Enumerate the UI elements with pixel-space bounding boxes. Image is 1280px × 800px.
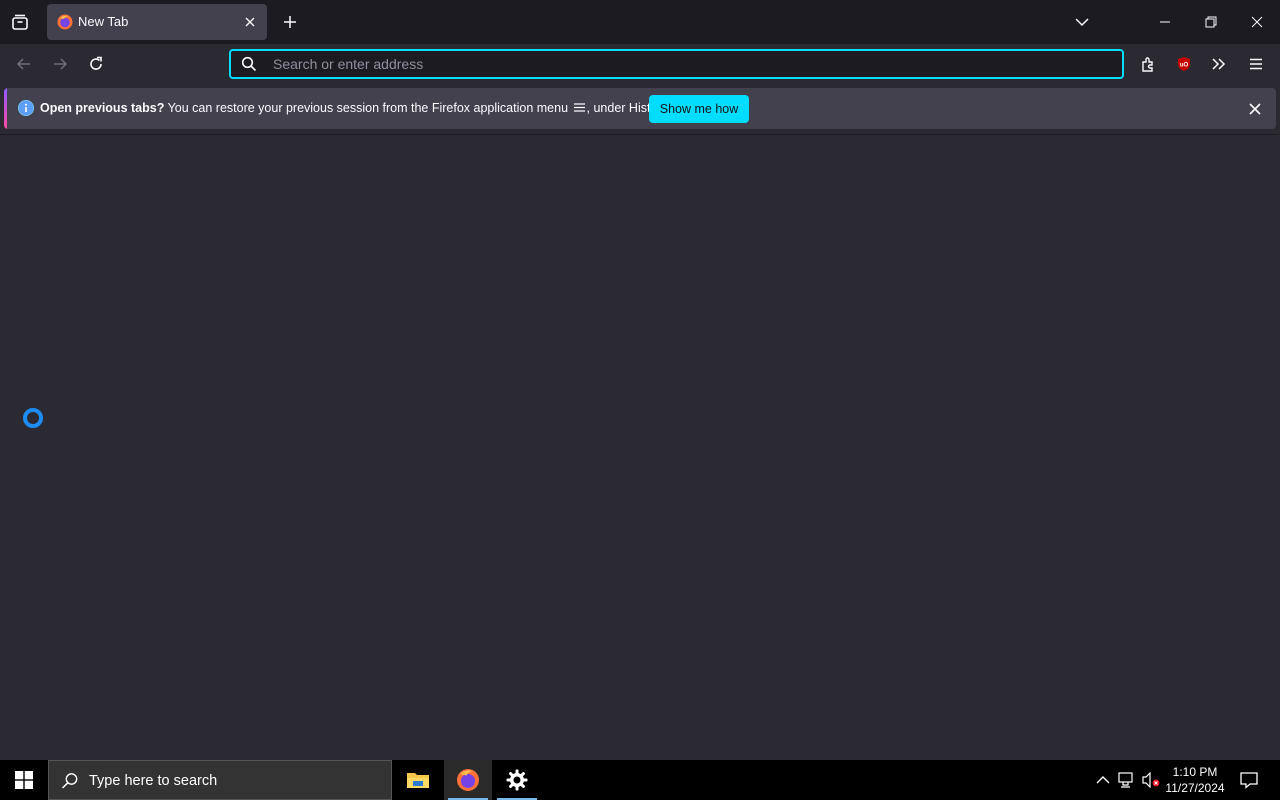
extensions-icon[interactable]: [1134, 50, 1162, 78]
network-icon[interactable]: [1117, 770, 1137, 790]
minimize-icon[interactable]: [1142, 0, 1188, 44]
notification-text-before: You can restore your previous session fr…: [167, 101, 569, 115]
windows-start-icon[interactable]: [0, 760, 48, 800]
search-icon: [241, 56, 257, 72]
nav-bar: uO: [0, 44, 1280, 85]
settings-gear-icon[interactable]: [493, 760, 541, 800]
overflow-icon[interactable]: [1205, 50, 1233, 78]
reload-icon[interactable]: [82, 50, 110, 78]
tab-new-tab[interactable]: New Tab: [47, 4, 267, 40]
search-icon: [61, 772, 79, 790]
tab-title: New Tab: [78, 14, 129, 29]
page-content: [0, 134, 1280, 760]
file-explorer-icon[interactable]: [394, 760, 442, 800]
taskbar: Type here to search 1:10 PM 11/27/2024: [0, 760, 1280, 800]
tab-bar: New Tab: [0, 0, 1280, 44]
firefox-icon: [57, 14, 73, 30]
clock-time: 1:10 PM: [1172, 765, 1218, 779]
taskbar-search-box[interactable]: Type here to search: [48, 760, 392, 800]
loading-spinner-icon: [23, 408, 43, 428]
notification-center-icon[interactable]: [1234, 760, 1264, 800]
notification-bold: Open previous tabs?: [40, 101, 165, 115]
clock-date: 11/27/2024: [1165, 781, 1225, 795]
notification-accent: [4, 88, 7, 129]
hamburger-menu-icon[interactable]: [1242, 50, 1270, 78]
session-restore-notification: Open previous tabs? You can restore your…: [4, 88, 1276, 129]
taskbar-search-placeholder: Type here to search: [89, 773, 218, 789]
close-window-icon[interactable]: [1234, 0, 1280, 44]
taskbar-clock[interactable]: 1:10 PM 11/27/2024: [1160, 764, 1230, 796]
address-bar[interactable]: [229, 49, 1124, 79]
chevron-up-icon[interactable]: [1093, 770, 1113, 790]
show-me-how-button[interactable]: Show me how: [649, 95, 749, 123]
forward-icon[interactable]: [46, 50, 74, 78]
volume-muted-icon[interactable]: [1141, 770, 1161, 790]
hamburger-inline-icon: [573, 102, 586, 116]
close-icon[interactable]: [1244, 98, 1266, 120]
url-input[interactable]: [273, 53, 1103, 75]
plus-icon[interactable]: [278, 8, 302, 36]
chevron-down-icon[interactable]: [1068, 8, 1096, 36]
tab-list-icon[interactable]: [6, 8, 34, 36]
back-icon[interactable]: [10, 50, 38, 78]
restore-icon[interactable]: [1188, 0, 1234, 44]
ublock-icon[interactable]: uO: [1170, 50, 1198, 78]
notification-message: Open previous tabs? You can restore your…: [40, 101, 670, 116]
svg-text:uO: uO: [1180, 63, 1189, 69]
firefox-taskbar-icon[interactable]: [444, 760, 492, 800]
info-icon: [18, 100, 34, 116]
close-icon[interactable]: [241, 13, 259, 31]
